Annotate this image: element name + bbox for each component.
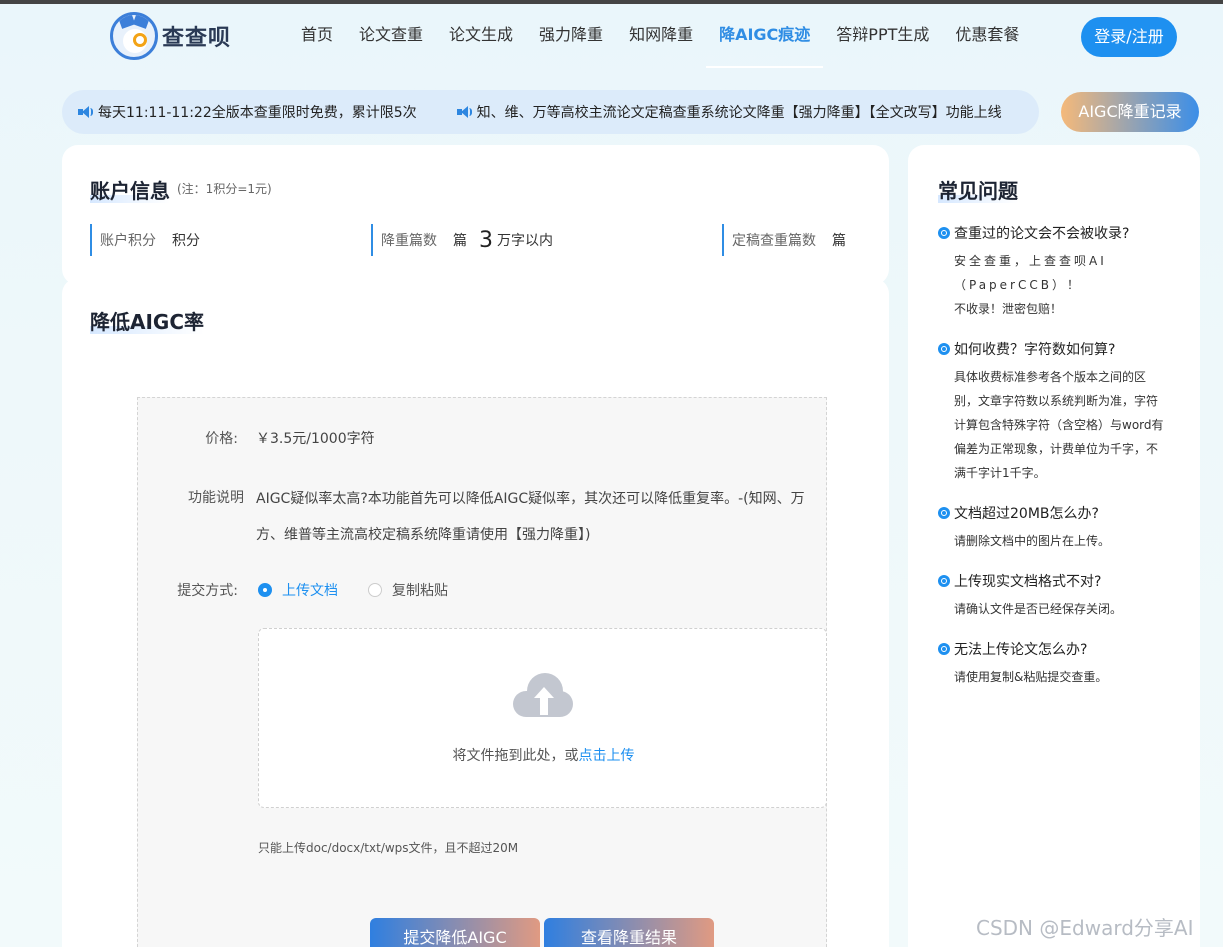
reduce-aigc-card: 降低AIGC率 价格: ￥3.5元/1000字符 功能说明 AIGC疑似率太高?… [62, 278, 889, 947]
stat-unit: 积分 [172, 233, 200, 249]
faq-answer: 请使用复制&粘贴提交查重。 [954, 670, 1108, 684]
radio-upload-document[interactable]: 上传文档 [258, 580, 338, 600]
faq-item: 查重过的论文会不会被收录? 安全查重，上查查呗AI（PaperCCB）！ 不收录… [938, 223, 1168, 321]
stat-label: 降重篇数 [381, 233, 437, 249]
price-label: 价格: [205, 431, 238, 447]
stat-unit: 篇 [832, 233, 846, 249]
points-note: (注：1积分=1元) [177, 182, 272, 196]
aigc-record-button[interactable]: AIGC降重记录 [1061, 92, 1199, 132]
nav-strong-rewrite[interactable]: 强力降重 [526, 4, 616, 68]
faq-question[interactable]: 上传现实文档格式不对? [938, 571, 1168, 591]
stat-unit: 篇 [453, 233, 467, 249]
account-title: 账户信息 [90, 179, 170, 203]
header: 查查呗 首页 论文查重 论文生成 强力降重 知网降重 降AIGC痕迹 答辩PPT… [0, 4, 1223, 68]
question-icon [938, 227, 950, 239]
view-result-button[interactable]: 查看降重结果 [544, 918, 714, 947]
question-icon [938, 343, 950, 355]
nav-home[interactable]: 首页 [288, 4, 346, 68]
upload-instruction: 将文件拖到此处，或点击上传 [452, 748, 635, 764]
notice-bar: 每天11:11-11:22全版本查重限时免费，累计限5次 知、维、万等高校主流论… [62, 90, 1039, 134]
nav-paper-check[interactable]: 论文查重 [346, 4, 436, 68]
submit-reduce-aigc-button[interactable]: 提交降低AIGC [370, 918, 540, 947]
faq-answer: 请确认文件是否已经保存关闭。 [954, 602, 1123, 616]
question-icon [938, 575, 950, 587]
faq-answer: 请删除文档中的图片在上传。 [954, 534, 1111, 548]
notice-text: 知、维、万等高校主流论文定稿查重系统论文降重【强力降重】【全文改写】功能上线 [476, 105, 1002, 121]
faq-question[interactable]: 文档超过20MB怎么办? [938, 503, 1168, 523]
faq-item: 无法上传论文怎么办? 请使用复制&粘贴提交查重。 [938, 639, 1168, 689]
question-icon [938, 643, 950, 655]
radio-dot [368, 583, 382, 597]
price-value: ￥3.5元/1000字符 [256, 431, 375, 447]
watermark: CSDN @Edward分享AI [976, 916, 1194, 940]
nav-defense-ppt[interactable]: 答辩PPT生成 [823, 4, 942, 68]
stat-number: 3 [479, 227, 493, 253]
radio-dot [258, 583, 272, 597]
faq-answer: 具体收费标准参考各个版本之间的区别，文章字符数以系统判断为准，字符计算包含特殊字… [954, 370, 1164, 480]
faq-question[interactable]: 如何收费？字符数如何算? [938, 339, 1168, 359]
form-box: 价格: ￥3.5元/1000字符 功能说明 AIGC疑似率太高?本功能首先可以降… [137, 397, 827, 947]
stat-label: 定稿查重篇数 [732, 233, 816, 249]
faq-list: 查重过的论文会不会被收录? 安全查重，上查查呗AI（PaperCCB）！ 不收录… [938, 223, 1168, 707]
stat-final-check-count: 定稿查重篇数 篇 [722, 224, 846, 256]
main-nav: 首页 论文查重 论文生成 强力降重 知网降重 降AIGC痕迹 答辩PPT生成 优… [288, 4, 1032, 68]
nav-paper-generate[interactable]: 论文生成 [436, 4, 526, 68]
cloud-upload-icon [513, 673, 575, 719]
faq-title: 常见问题 [938, 179, 1018, 203]
description-label: 功能说明 [188, 490, 244, 506]
faq-item: 如何收费？字符数如何算? 具体收费标准参考各个版本之间的区别，文章字符数以系统判… [938, 339, 1168, 485]
logo[interactable]: 查查呗 [110, 12, 231, 60]
nav-reduce-aigc[interactable]: 降AIGC痕迹 [706, 4, 824, 68]
logo-dog-icon [110, 12, 158, 60]
stat-suffix: 万字以内 [497, 233, 553, 249]
speaker-icon [456, 105, 473, 119]
description-text: AIGC疑似率太高?本功能首先可以降低AIGC疑似率，其次还可以降低重复率。-(… [256, 491, 805, 543]
main-title: 降低AIGC率 [90, 310, 205, 334]
question-icon [938, 507, 950, 519]
submit-method-label: 提交方式: [177, 583, 238, 599]
radio-copy-paste[interactable]: 复制粘贴 [368, 580, 448, 600]
faq-answer: 安全查重，上查查呗AI（PaperCCB）！ 不收录！泄密包赔！ [954, 254, 1107, 316]
nav-packages[interactable]: 优惠套餐 [942, 4, 1032, 68]
account-info-card: 账户信息 (注：1积分=1元) 账户积分 积分 降重篇数 篇 3 万字以内 定稿… [62, 145, 889, 285]
faq-item: 上传现实文档格式不对? 请确认文件是否已经保存关闭。 [938, 571, 1168, 621]
faq-question[interactable]: 查重过的论文会不会被收录? [938, 223, 1168, 243]
stat-rewrite-count: 降重篇数 篇 3 万字以内 [371, 224, 553, 256]
notice-text: 每天11:11-11:22全版本查重限时免费，累计限5次 [98, 105, 417, 121]
stat-points: 账户积分 积分 [90, 224, 200, 256]
notice-item[interactable]: 每天11:11-11:22全版本查重限时免费，累计限5次 [78, 102, 417, 122]
speaker-icon [78, 105, 94, 119]
logo-text: 查查呗 [162, 26, 232, 51]
file-type-hint: 只能上传doc/docx/txt/wps文件，且不超过20M [258, 841, 519, 855]
upload-dropzone[interactable]: 将文件拖到此处，或点击上传 [258, 628, 827, 808]
nav-cnki-rewrite[interactable]: 知网降重 [616, 4, 706, 68]
faq-question[interactable]: 无法上传论文怎么办? [938, 639, 1168, 659]
faq-card: 常见问题 查重过的论文会不会被收录? 安全查重，上查查呗AI（PaperCCB）… [908, 145, 1200, 947]
stat-label: 账户积分 [100, 233, 156, 249]
notice-item[interactable]: 知、维、万等高校主流论文定稿查重系统论文降重【强力降重】【全文改写】功能上线 [456, 102, 1002, 122]
login-register-button[interactable]: 登录/注册 [1081, 17, 1177, 57]
click-upload-link[interactable]: 点击上传 [579, 748, 635, 764]
faq-item: 文档超过20MB怎么办? 请删除文档中的图片在上传。 [938, 503, 1168, 553]
